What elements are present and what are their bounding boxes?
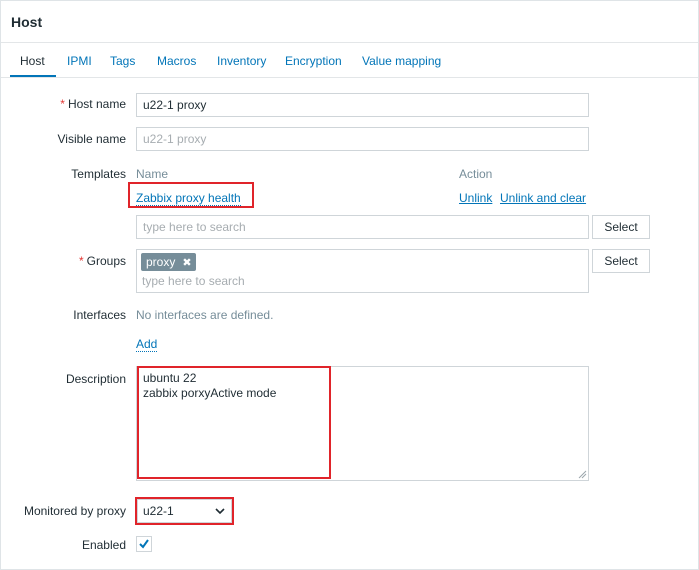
template-search-input[interactable] [136,215,589,239]
tab-macros[interactable]: Macros [157,53,196,69]
description-label: Description [65,372,126,386]
required-mark: * [60,97,65,111]
groups-multiselect[interactable]: proxy ✖ type here to search [136,249,589,293]
proxy-select[interactable]: u22-1 [137,499,232,523]
tab-ipmi[interactable]: IPMI [67,53,92,69]
templates-action-header: Action [459,167,493,181]
group-chip: proxy ✖ [141,253,196,271]
template-link[interactable]: Zabbix proxy health [136,191,241,206]
description-textarea[interactable]: ubuntu 22 zabbix porxyActive mode [136,366,589,481]
groups-search-placeholder[interactable]: type here to search [142,274,245,288]
visible-name-input[interactable] [136,127,589,151]
groups-label: * Groups [78,254,126,268]
interfaces-label: Interfaces [73,308,126,322]
host-name-label: * Host name [60,97,126,111]
enabled-checkbox[interactable] [136,536,152,552]
title-divider [1,42,698,43]
page-title: Host [11,14,43,30]
groups-select-button[interactable]: Select [592,249,650,273]
required-mark: * [78,254,84,268]
check-icon [139,539,149,549]
host-name-input[interactable] [136,93,589,117]
tab-tags[interactable]: Tags [110,53,135,69]
tab-inventory[interactable]: Inventory [217,53,266,69]
tabs-divider [1,77,698,78]
template-select-button[interactable]: Select [592,215,650,239]
chip-remove-icon[interactable]: ✖ [182,257,191,269]
unlink-link[interactable]: Unlink [459,191,492,205]
unlink-and-clear-link[interactable]: Unlink and clear [500,191,586,205]
templates-label: Templates [71,167,126,181]
enabled-label: Enabled [81,538,126,552]
monitored-by-proxy-label: Monitored by proxy [23,504,126,518]
chevron-down-icon [215,508,225,515]
visible-name-label: Visible name [57,132,126,146]
tab-host[interactable]: Host [20,53,45,69]
tab-value-mapping[interactable]: Value mapping [362,53,441,69]
tab-encryption[interactable]: Encryption [285,53,342,69]
resize-grip-icon[interactable] [578,470,587,479]
interfaces-empty-text: No interfaces are defined. [136,308,274,322]
add-interface-link[interactable]: Add [136,337,158,352]
templates-name-header: Name [136,167,169,181]
